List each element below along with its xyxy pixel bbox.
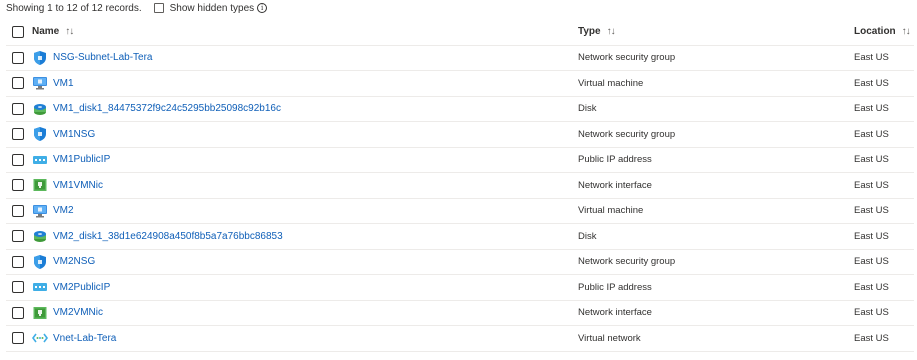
resource-type: Virtual machine: [578, 77, 644, 89]
resource-name-link[interactable]: VM1: [53, 78, 74, 89]
records-count: Showing 1 to 12 of 12 records.: [6, 2, 142, 14]
column-location-label: Location: [854, 26, 896, 38]
toolbar: Showing 1 to 12 of 12 records. Show hidd…: [6, 2, 268, 14]
select-all-checkbox[interactable]: [12, 25, 24, 38]
table-row[interactable]: VM1 Virtual machine East US: [6, 71, 914, 96]
resource-name-link[interactable]: VM1PublicIP: [53, 154, 110, 165]
nsg-icon: [32, 254, 48, 270]
table-row[interactable]: NSG-Subnet-Lab-Tera Network security grou…: [6, 45, 914, 71]
public-ip-icon: [32, 152, 48, 168]
vm-icon: [32, 75, 48, 91]
resource-name-link[interactable]: VM2: [53, 205, 74, 216]
row-checkbox[interactable]: [12, 51, 24, 64]
show-hidden-label: Show hidden types: [169, 2, 255, 14]
resource-type: Public IP address: [578, 281, 652, 293]
resource-name-link[interactable]: Vnet-Lab-Tera: [53, 333, 116, 344]
row-checkbox[interactable]: [12, 102, 24, 115]
resource-location: East US: [854, 332, 889, 344]
table-row[interactable]: VM2 Virtual machine East US: [6, 198, 914, 224]
resource-location: East US: [854, 307, 889, 319]
resource-location: East US: [854, 52, 889, 64]
resource-name-link[interactable]: VM1NSG: [53, 129, 95, 140]
resource-location: East US: [854, 256, 889, 268]
resource-location: East US: [854, 103, 889, 115]
resource-type: Network interface: [578, 307, 652, 319]
resource-location: East US: [854, 281, 889, 293]
resource-location: East US: [854, 205, 889, 217]
table-header-row: Name ↑↓ Type ↑↓ Location ↑↓: [6, 19, 914, 45]
resource-type: Public IP address: [578, 154, 652, 166]
vm-icon: [32, 203, 48, 219]
resource-location: East US: [854, 230, 889, 242]
row-checkbox[interactable]: [12, 204, 24, 217]
table-row[interactable]: VM2_disk1_38d1e624908a450f8b5a7a76bbc868…: [6, 224, 914, 249]
sort-icon[interactable]: ↑↓: [902, 26, 911, 37]
resource-type: Network security group: [578, 52, 676, 64]
resource-type: Network security group: [578, 256, 676, 268]
vnet-icon: [32, 330, 48, 346]
resource-type: Virtual network: [578, 332, 641, 344]
column-name-label: Name: [32, 26, 60, 38]
resource-type: Disk: [578, 230, 597, 242]
resource-type: Virtual machine: [578, 205, 644, 217]
table-row[interactable]: VM2PublicIP Public IP address East US: [6, 275, 914, 300]
resource-name-link[interactable]: NSG-Subnet-Lab-Tera: [53, 52, 153, 63]
row-checkbox[interactable]: [12, 281, 24, 294]
table-row[interactable]: VM1NSG Network security group East US: [6, 122, 914, 147]
row-checkbox[interactable]: [12, 179, 24, 192]
disk-icon: [32, 101, 48, 117]
disk-icon: [32, 228, 48, 244]
resource-type: Disk: [578, 103, 597, 115]
resource-name-link[interactable]: VM2NSG: [53, 256, 95, 267]
table-row[interactable]: Vnet-Lab-Tera Virtual network East US: [6, 326, 914, 351]
column-header-location[interactable]: Location ↑↓: [854, 26, 914, 37]
sort-icon[interactable]: ↑↓: [607, 26, 616, 37]
resource-name-link[interactable]: VM1_disk1_84475372f9c24c5295bb25098c92b1…: [53, 103, 281, 114]
resource-type: Network interface: [578, 179, 652, 191]
info-icon[interactable]: i: [257, 3, 268, 13]
sort-icon[interactable]: ↑↓: [65, 26, 74, 37]
resource-location: East US: [854, 128, 889, 140]
resource-name-link[interactable]: VM2VMNic: [53, 307, 103, 318]
row-checkbox[interactable]: [12, 128, 24, 141]
nic-icon: [32, 305, 48, 321]
table-row[interactable]: VM1VMNic Network interface East US: [6, 173, 914, 198]
resource-name-link[interactable]: VM2PublicIP: [53, 282, 110, 293]
resources-table: Name ↑↓ Type ↑↓ Location ↑↓ NSG-Subnet-L…: [6, 19, 914, 352]
resource-location: East US: [854, 179, 889, 191]
show-hidden-types-toggle[interactable]: Show hidden types i: [153, 2, 268, 14]
row-checkbox[interactable]: [12, 255, 24, 268]
table-row[interactable]: VM1_disk1_84475372f9c24c5295bb25098c92b1…: [6, 96, 914, 122]
nsg-icon: [32, 126, 48, 142]
resource-location: East US: [854, 77, 889, 89]
resource-name-link[interactable]: VM1VMNic: [53, 180, 103, 191]
resource-name-link[interactable]: VM2_disk1_38d1e624908a450f8b5a7a76bbc868…: [53, 231, 283, 242]
row-checkbox[interactable]: [12, 153, 24, 166]
table-row[interactable]: VM2NSG Network security group East US: [6, 249, 914, 275]
table-row[interactable]: VM2VMNic Network interface East US: [6, 300, 914, 326]
show-hidden-checkbox[interactable]: [153, 3, 164, 13]
public-ip-icon: [32, 279, 48, 295]
resource-location: East US: [854, 154, 889, 166]
column-header-type[interactable]: Type ↑↓: [578, 26, 854, 37]
nic-icon: [32, 177, 48, 193]
column-type-label: Type: [578, 26, 601, 38]
nsg-icon: [32, 50, 48, 66]
row-checkbox[interactable]: [12, 77, 24, 90]
table-row[interactable]: VM1PublicIP Public IP address East US: [6, 147, 914, 173]
row-checkbox[interactable]: [12, 306, 24, 319]
row-checkbox[interactable]: [12, 332, 24, 345]
resource-type: Network security group: [578, 128, 676, 140]
row-checkbox[interactable]: [12, 230, 24, 243]
column-header-name[interactable]: Name ↑↓: [32, 26, 578, 37]
